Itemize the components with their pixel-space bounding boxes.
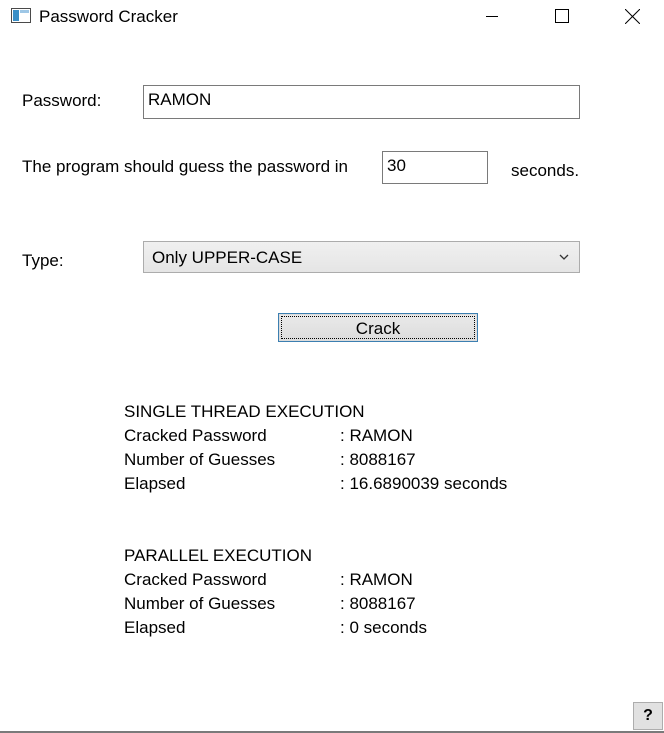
type-selected-value: Only UPPER-CASE — [152, 248, 303, 267]
time-seconds-input[interactable]: 30 — [382, 151, 488, 184]
parallel-results: PARALLEL EXECUTION Cracked Password : RA… — [124, 544, 427, 640]
maximize-icon — [555, 9, 569, 23]
result-key: Number of Guesses — [124, 450, 276, 469]
single-thread-results: SINGLE THREAD EXECUTION Cracked Password… — [124, 400, 507, 496]
result-value: : 0 seconds — [340, 618, 427, 637]
result-row: Cracked Password : RAMON — [124, 424, 413, 448]
time-suffix-label: seconds. — [511, 161, 580, 180]
minimize-button[interactable] — [469, 0, 515, 32]
main-window: Password Cracker Password: RAMON The pro… — [0, 0, 664, 733]
result-row: Elapsed : 16.6890039 seconds — [124, 472, 507, 496]
result-row: Number of Guesses : 8088167 — [124, 448, 416, 472]
result-value: : 8088167 — [340, 594, 416, 613]
result-value: : 16.6890039 seconds — [340, 474, 508, 493]
window-title: Password Cracker — [39, 7, 178, 26]
password-input[interactable]: RAMON — [143, 85, 580, 119]
result-row: Number of Guesses : 8088167 — [124, 592, 416, 616]
type-label: Type: — [22, 251, 64, 270]
single-thread-heading: SINGLE THREAD EXECUTION — [124, 402, 365, 421]
app-icon — [11, 8, 31, 23]
result-key: Cracked Password — [124, 570, 267, 589]
result-row: Elapsed : 0 seconds — [124, 616, 427, 640]
result-value: : RAMON — [340, 426, 413, 445]
result-key: Elapsed — [124, 618, 186, 637]
result-key: Elapsed — [124, 474, 186, 493]
result-row: Cracked Password : RAMON — [124, 568, 413, 592]
result-value: : 8088167 — [340, 450, 416, 469]
time-prefix-label: The program should guess the password in — [22, 157, 349, 176]
close-icon — [624, 8, 640, 24]
result-key: Number of Guesses — [124, 594, 276, 613]
maximize-button[interactable] — [539, 0, 585, 32]
chevron-down-icon — [559, 254, 569, 260]
minimize-icon — [486, 16, 498, 17]
type-select[interactable]: Only UPPER-CASE — [143, 241, 580, 273]
help-button[interactable]: ? — [633, 702, 663, 730]
password-label: Password: — [22, 91, 102, 110]
parallel-heading: PARALLEL EXECUTION — [124, 546, 313, 565]
crack-button-label: Crack — [355, 319, 401, 338]
close-button[interactable] — [609, 0, 655, 32]
title-bar[interactable]: Password Cracker — [0, 0, 664, 32]
result-value: : RAMON — [340, 570, 413, 589]
crack-button[interactable]: Crack — [278, 313, 478, 342]
result-key: Cracked Password — [124, 426, 267, 445]
